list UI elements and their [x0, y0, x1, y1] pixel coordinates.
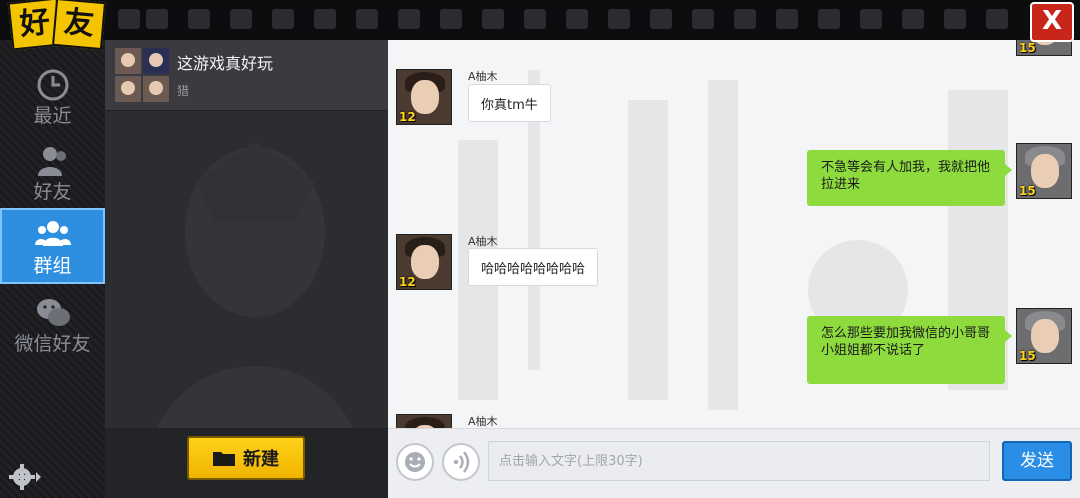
sidebar-item-label: 最近 — [33, 105, 72, 127]
film-hole — [118, 9, 140, 29]
new-group-button[interactable]: 新建 — [187, 436, 305, 480]
sidebar-item-recent[interactable]: 最近 — [0, 60, 105, 136]
list-item[interactable]: 这游戏真好玩 猎 — [105, 40, 388, 111]
avatar-face — [1031, 319, 1059, 353]
film-hole — [776, 9, 798, 29]
level-badge: 12 — [399, 275, 416, 289]
sender-name: A柚木 — [468, 70, 498, 83]
film-hole — [986, 9, 1008, 29]
film-hole — [482, 9, 504, 29]
person-icon — [37, 147, 66, 176]
friends-window: 好 友 X 最近 好友 群组 微信好友 这游戏真好玩 猎 新建 15 12 A柚… — [0, 0, 1080, 498]
message-bubble: 怎么那些要加我微信的小哥哥小姐姐都不说话了 — [807, 316, 1012, 384]
group-actions-bar: 新建 — [105, 428, 388, 498]
film-hole — [524, 9, 546, 29]
clock-icon — [37, 69, 68, 101]
level-badge: 15 — [1019, 184, 1036, 198]
group-icon — [34, 221, 71, 246]
wechat-icon — [36, 299, 70, 326]
avatar[interactable]: 12 — [396, 234, 452, 290]
avatar[interactable]: 15 — [1016, 143, 1072, 199]
avatar — [143, 76, 169, 102]
avatar[interactable]: 12 — [396, 69, 452, 125]
film-hole — [356, 9, 378, 29]
film-hole — [944, 9, 966, 29]
title-char: 友 — [52, 0, 106, 51]
film-hole — [692, 9, 714, 29]
emoji-button[interactable] — [396, 443, 434, 481]
film-hole — [734, 9, 756, 29]
film-hole — [650, 9, 672, 29]
avatar-face — [411, 245, 439, 279]
film-hole — [230, 9, 252, 29]
film-hole — [608, 9, 630, 29]
film-hole — [146, 9, 168, 29]
film-hole — [272, 9, 294, 29]
avatar — [115, 48, 141, 74]
new-group-label: 新建 — [243, 449, 279, 470]
message-input[interactable] — [488, 441, 990, 481]
group-avatar — [115, 48, 169, 102]
sender-name: A柚木 — [468, 235, 498, 248]
group-list-panel: 这游戏真好玩 猎 新建 — [105, 40, 388, 498]
close-button[interactable]: X — [1030, 2, 1074, 42]
avatar[interactable]: 15 — [1016, 308, 1072, 364]
avatar-face — [1031, 154, 1059, 188]
avatar — [115, 76, 141, 102]
message-bubble: 哈哈哈哈哈哈哈哈 — [468, 248, 599, 286]
avatar — [143, 48, 169, 74]
group-subtitle: 猎 — [177, 84, 190, 98]
film-hole — [440, 9, 462, 29]
page-title: 好 友 — [7, 0, 106, 51]
avatar-face — [411, 80, 439, 114]
group-name: 这游戏真好玩 — [177, 54, 274, 73]
voice-button[interactable] — [442, 443, 480, 481]
sidebar: 最近 好友 群组 微信好友 — [0, 40, 105, 498]
film-hole — [860, 9, 882, 29]
sidebar-item-label: 好友 — [33, 181, 72, 203]
sidebar-item-label: 微信好友 — [14, 333, 91, 355]
background-illustration — [145, 142, 365, 468]
gear-icon[interactable] — [6, 462, 42, 492]
sidebar-item-wechat-friends[interactable]: 微信好友 — [0, 288, 105, 364]
film-hole — [314, 9, 336, 29]
avatar[interactable] — [396, 414, 452, 428]
message-input-bar: 发送 — [388, 428, 1080, 498]
film-hole — [818, 9, 840, 29]
avatar[interactable]: 15 — [1016, 40, 1072, 56]
film-hole — [188, 9, 210, 29]
film-hole — [902, 9, 924, 29]
folder-icon — [213, 452, 235, 466]
sender-name: A柚木 — [468, 415, 498, 428]
sidebar-item-groups[interactable]: 群组 — [0, 208, 105, 284]
close-icon: X — [1041, 6, 1063, 36]
sidebar-item-friends[interactable]: 好友 — [0, 136, 105, 212]
film-hole — [566, 9, 588, 29]
sidebar-item-label: 群组 — [33, 255, 72, 277]
level-badge: 15 — [1019, 41, 1036, 55]
emoji-icon — [405, 452, 425, 472]
message-bubble: 你真tm牛 — [468, 84, 551, 122]
send-button[interactable]: 发送 — [1002, 441, 1072, 481]
film-hole — [398, 9, 420, 29]
top-bar — [0, 0, 1080, 40]
message-bubble: 不急等会有人加我，我就把他拉进来 — [807, 150, 1012, 206]
voice-icon — [453, 451, 470, 473]
level-badge: 12 — [399, 110, 416, 124]
level-badge: 15 — [1019, 349, 1036, 363]
chat-panel[interactable]: 15 12 A柚木 你真tm牛 不急等会有人加我，我就把他拉进来 15 12 A… — [388, 40, 1080, 428]
